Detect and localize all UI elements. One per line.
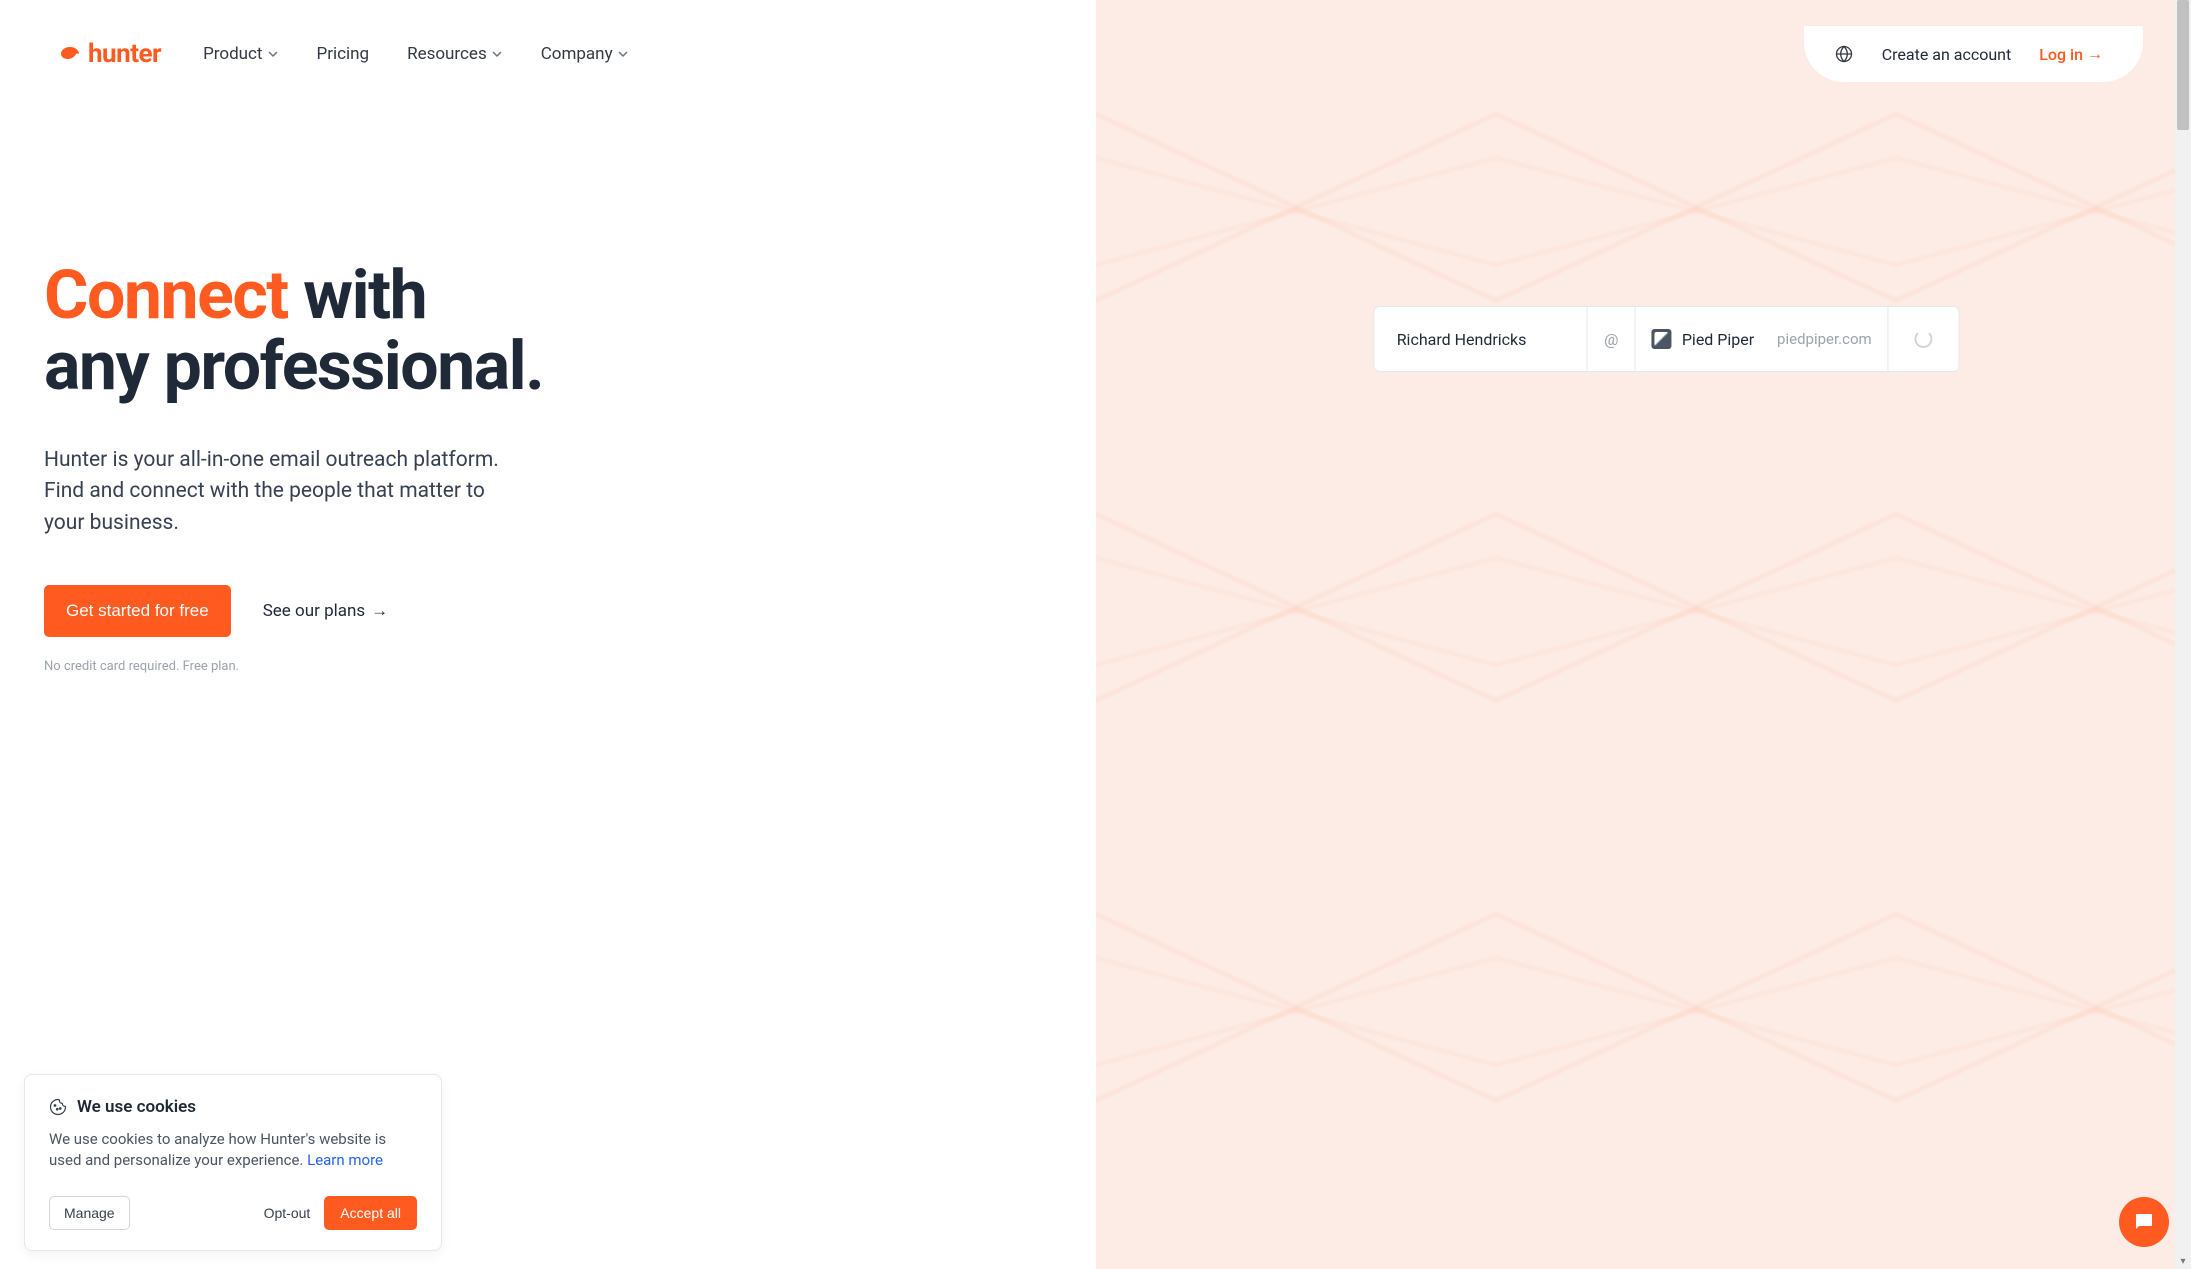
hero-headline: Connect with any professional. <box>44 260 580 403</box>
hero-headline-accent: Connect <box>44 255 288 335</box>
spinner-icon <box>1915 330 1933 348</box>
nav-pricing[interactable]: Pricing <box>317 44 370 64</box>
cookie-text: We use cookies to analyze how Hunter's w… <box>49 1129 417 1173</box>
arrow-right-icon: → <box>2087 44 2103 64</box>
finder-name-field[interactable]: Richard Hendricks <box>1375 307 1588 371</box>
cookie-accept-button[interactable]: Accept all <box>324 1196 417 1230</box>
scroll-down-icon[interactable]: ▾ <box>2178 1257 2188 1267</box>
company-name: Pied Piper <box>1682 330 1754 349</box>
nav-company[interactable]: Company <box>541 44 629 64</box>
hero-note: No credit card required. Free plan. <box>44 659 580 674</box>
hero-headline-rest1: with <box>288 255 426 335</box>
arrow-right-icon: → <box>371 601 388 621</box>
cookie-title-text: We use cookies <box>77 1097 196 1117</box>
chevron-down-icon <box>267 48 279 60</box>
header-right: Create an account Log in → <box>1804 26 2143 82</box>
logo-text: hunter <box>88 39 161 69</box>
finder-loading <box>1889 307 1959 371</box>
nav-pricing-label: Pricing <box>317 44 370 64</box>
nav-resources[interactable]: Resources <box>407 44 503 64</box>
see-plans-label: See our plans <box>263 601 365 621</box>
chat-launcher[interactable] <box>2119 1197 2169 1247</box>
login-link[interactable]: Log in → <box>2039 44 2103 64</box>
finder-company-field[interactable]: Pied Piper piedpiper.com <box>1636 307 1889 371</box>
see-plans-link[interactable]: See our plans → <box>263 601 388 621</box>
hero: Connect with any professional. Hunter is… <box>0 0 580 674</box>
main-nav: Product Pricing Resources Company <box>203 44 629 64</box>
company-logo-icon <box>1652 329 1672 349</box>
cookie-title: We use cookies <box>49 1097 417 1117</box>
hero-subtitle: Hunter is your all-in-one email outreach… <box>44 445 524 540</box>
at-symbol: @ <box>1588 307 1636 371</box>
cookie-learn-more-link[interactable]: Learn more <box>307 1151 383 1169</box>
globe-icon[interactable] <box>1834 44 1854 64</box>
cookie-optout-button[interactable]: Opt-out <box>264 1205 311 1221</box>
chevron-down-icon <box>617 48 629 60</box>
cookie-banner: We use cookies We use cookies to analyze… <box>24 1074 442 1252</box>
nav-resources-label: Resources <box>407 44 487 64</box>
get-started-button[interactable]: Get started for free <box>44 585 231 637</box>
login-label: Log in <box>2039 45 2083 64</box>
create-account-link[interactable]: Create an account <box>1882 45 2012 64</box>
chevron-down-icon <box>491 48 503 60</box>
email-finder-card: Richard Hendricks @ Pied Piper piedpiper… <box>1374 306 1960 372</box>
scrollbar[interactable]: ▴ ▾ <box>2175 0 2191 1269</box>
cookie-icon <box>49 1098 67 1116</box>
hero-headline-rest2: any professional. <box>44 326 543 406</box>
nav-product[interactable]: Product <box>203 44 278 64</box>
nav-product-label: Product <box>203 44 262 64</box>
cookie-manage-button[interactable]: Manage <box>49 1196 130 1230</box>
company-domain: piedpiper.com <box>1777 330 1872 348</box>
header: hunter Product Pricing Resources Company <box>0 18 2191 90</box>
nav-company-label: Company <box>541 44 613 64</box>
hunter-logo-icon <box>58 42 82 66</box>
chat-icon <box>2132 1210 2156 1234</box>
logo[interactable]: hunter <box>58 39 161 69</box>
hero-actions: Get started for free See our plans → <box>44 585 580 637</box>
hero-illustration-panel: Richard Hendricks @ Pied Piper piedpiper… <box>1096 0 2191 1269</box>
cookie-actions: Manage Opt-out Accept all <box>49 1196 417 1230</box>
